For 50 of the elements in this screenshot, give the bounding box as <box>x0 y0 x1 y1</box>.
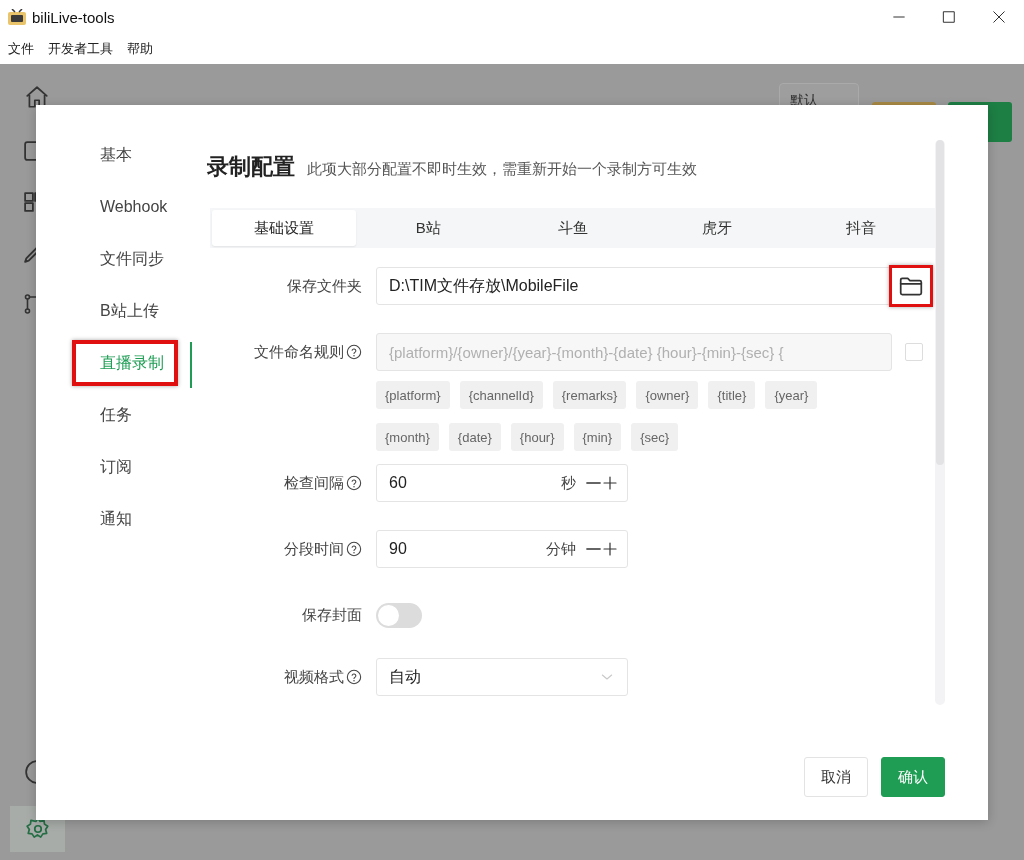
number-value: 90 <box>389 540 408 558</box>
info-icon <box>25 760 36 784</box>
field-label: 分段时间 <box>284 539 344 559</box>
tab[interactable]: 抖音 <box>788 210 933 246</box>
help-icon <box>346 475 362 491</box>
unit-label: 秒 <box>561 473 576 493</box>
number-value: 60 <box>389 474 408 492</box>
help-icon <box>346 541 362 557</box>
select-field[interactable]: 自动 <box>376 658 628 696</box>
help-icon <box>346 669 362 685</box>
active-indicator <box>190 342 192 388</box>
tab[interactable]: 虎牙 <box>644 210 789 246</box>
toggle-switch[interactable] <box>376 603 422 628</box>
menu-item[interactable]: 帮助 <box>127 38 153 60</box>
settings-nav-item[interactable]: 通知 <box>72 496 178 542</box>
field-label: 保存文件夹 <box>287 276 362 296</box>
grid-icon <box>24 192 36 212</box>
field-label: 保存封面 <box>302 606 362 625</box>
cancel-button[interactable]: 取消 <box>804 757 868 797</box>
settings-nav-item[interactable]: 文件同步 <box>72 236 178 282</box>
plus-icon <box>601 540 619 558</box>
app-logo-icon <box>8 9 26 25</box>
tab[interactable]: 基础设置 <box>212 210 357 246</box>
field-label: 视频格式 <box>284 667 344 687</box>
settings-nav-item[interactable]: Webhook <box>72 184 178 230</box>
settings-nav-item[interactable]: 基本 <box>72 132 178 178</box>
number-field[interactable]: 60 秒 <box>376 464 628 502</box>
help-icon <box>346 344 362 360</box>
menu-item[interactable]: 开发者工具 <box>48 38 113 60</box>
menu-item[interactable]: 文件 <box>8 38 34 60</box>
section-subtitle: 此项大部分配置不即时生效，需重新开始一个录制方可生效 <box>307 160 697 179</box>
tab[interactable]: B站 <box>356 210 501 246</box>
section-title: 录制配置 <box>207 153 295 181</box>
close-icon <box>992 10 1006 24</box>
settings-nav-item[interactable]: 订阅 <box>72 444 178 490</box>
number-field[interactable]: 90 分钟 <box>376 530 628 568</box>
settings-nav-item[interactable]: 任务 <box>72 392 178 438</box>
field-label: 文件命名规则 <box>254 342 344 362</box>
maximize-icon <box>942 10 956 24</box>
window-title: biliLive-tools <box>32 8 115 26</box>
minus-icon <box>586 547 601 551</box>
home-icon <box>24 84 50 110</box>
field-label: 检查间隔 <box>284 473 344 493</box>
folder-path-field[interactable]: D:\TIM文件存放\MobileFile <box>376 267 892 305</box>
folder-button[interactable] <box>889 265 933 307</box>
tab[interactable]: 斗鱼 <box>500 210 645 246</box>
minus-icon <box>586 481 601 485</box>
settings-nav-item[interactable]: B站上传 <box>72 288 178 334</box>
plus-icon <box>601 474 619 492</box>
unit-label: 分钟 <box>546 539 576 559</box>
